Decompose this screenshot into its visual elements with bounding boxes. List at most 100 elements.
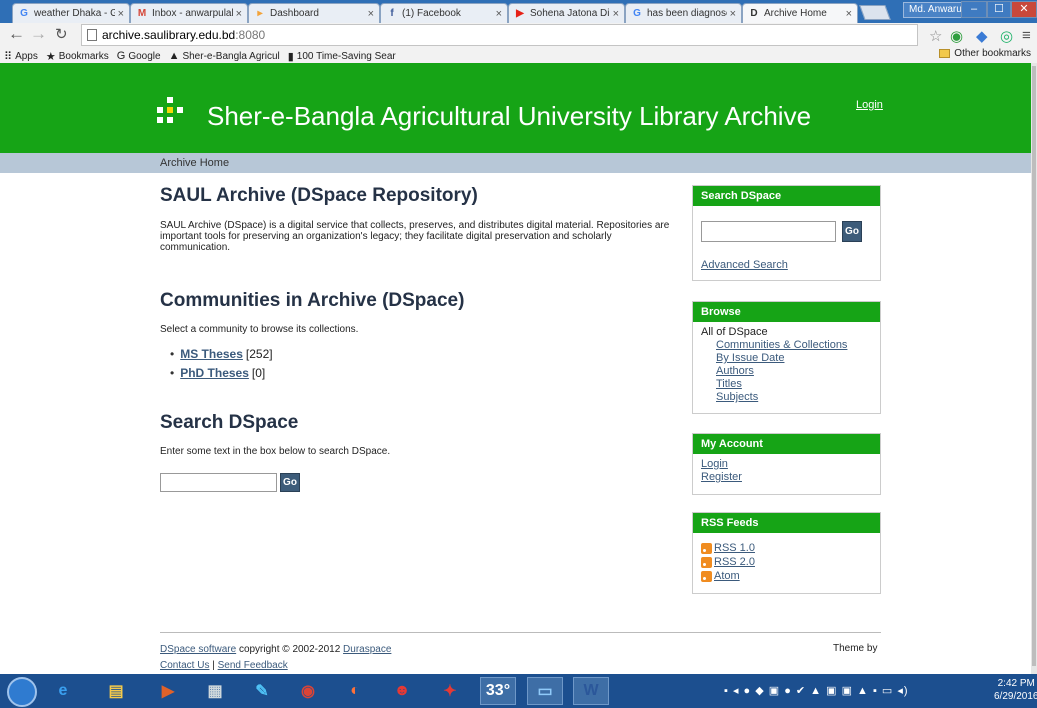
- pdf-icon[interactable]: ✦: [432, 677, 468, 705]
- sidebar-browse-title: Browse: [693, 302, 880, 322]
- forward-icon[interactable]: →: [30, 24, 47, 44]
- sidebar-search-input[interactable]: [701, 221, 836, 242]
- browser-tab[interactable]: ▶ Sohena Jatona Dibi ×: [508, 3, 625, 23]
- bookmark-item[interactable]: G Google: [117, 50, 161, 62]
- browse-link[interactable]: Communities & Collections: [716, 339, 847, 351]
- browse-link[interactable]: Titles: [716, 378, 742, 390]
- browse-root-label: All of DSpace: [701, 326, 768, 338]
- close-tab-icon[interactable]: ×: [236, 8, 242, 20]
- bookmark-item[interactable]: ▮ 100 Time-Saving Sear: [288, 50, 396, 63]
- close-tab-icon[interactable]: ×: [118, 8, 124, 20]
- sidebar-search-go-button[interactable]: Go: [842, 221, 862, 242]
- menu-icon[interactable]: ≡: [1022, 27, 1031, 44]
- profile-badge[interactable]: Md. Anwarul: [903, 2, 971, 18]
- dashboard-icon: ▸: [257, 8, 263, 19]
- rss-feed-link[interactable]: RSS 1.0: [714, 542, 755, 555]
- firefox-icon[interactable]: ◐: [337, 677, 373, 705]
- header-login-link[interactable]: Login: [856, 99, 883, 111]
- scrollbar-thumb[interactable]: [1032, 66, 1036, 666]
- site-icon: ▲: [168, 50, 180, 62]
- google-icon: G: [20, 8, 28, 19]
- repository-heading: SAUL Archive (DSpace Repository): [160, 185, 478, 206]
- media-player-icon[interactable]: ▶: [150, 677, 186, 705]
- file-explorer-icon[interactable]: ▤: [98, 677, 134, 705]
- rss-feed-link[interactable]: RSS 2.0: [714, 556, 755, 569]
- ie-icon[interactable]: e: [45, 677, 81, 705]
- close-window-button[interactable]: ✕: [1011, 1, 1037, 18]
- breadcrumb: Archive Home: [0, 153, 1031, 173]
- browser-tab[interactable]: Ghas been diagnosed×: [625, 3, 742, 23]
- calculator-icon[interactable]: ▦: [197, 677, 233, 705]
- taskbar-clock[interactable]: 2:42 PM 6/29/2016: [994, 677, 1037, 703]
- extension-new-icon[interactable]: ◉: [950, 27, 963, 45]
- minimize-button[interactable]: –: [961, 1, 987, 18]
- browser-toolbar: ← → ↻ archive.saulibrary.edu.bd :8080 ☆ …: [0, 23, 1037, 63]
- close-tab-icon[interactable]: ×: [496, 8, 502, 20]
- tab-title: Inbox - anwarpulak: [152, 8, 233, 19]
- chrome-icon[interactable]: ◉: [290, 677, 326, 705]
- send-feedback-link[interactable]: Send Feedback: [218, 660, 288, 671]
- maximize-button[interactable]: ☐: [987, 1, 1011, 18]
- google-icon: G: [633, 8, 641, 19]
- close-tab-icon[interactable]: ×: [730, 8, 736, 20]
- rss-icon: [701, 556, 712, 568]
- weather-widget[interactable]: 33°: [480, 677, 516, 705]
- rss-feed-link[interactable]: Atom: [714, 570, 740, 583]
- monitor-icon[interactable]: ▭: [527, 677, 563, 705]
- browser-tab[interactable]: D Archive Home ×: [742, 3, 858, 23]
- bookmark-star-icon[interactable]: ☆: [929, 27, 942, 45]
- community-item: • MS Theses [252]: [170, 347, 273, 361]
- close-tab-icon[interactable]: ×: [613, 8, 619, 20]
- browse-link[interactable]: By Issue Date: [716, 352, 784, 364]
- main-search-go-button[interactable]: Go: [280, 473, 300, 492]
- reload-icon[interactable]: ↻: [55, 25, 68, 43]
- system-tray-icons[interactable]: ▪ ◂ ● ◆ ▣ ● ✔ ▲ ▣ ▣ ▲ ▪ ▭ ◂): [724, 684, 909, 697]
- bookmark-item[interactable]: ▲ Sher-e-Bangla Agricul: [169, 50, 280, 62]
- tab-title: Dashboard: [270, 8, 319, 19]
- page-icon: [87, 29, 97, 41]
- bookmark-label: 100 Time-Saving Sear: [296, 50, 396, 62]
- community-link-ms-theses[interactable]: MS Theses: [180, 347, 243, 361]
- bookmark-item[interactable]: ⠿ Apps: [4, 50, 38, 63]
- dspace-software-link[interactable]: DSpace software: [160, 644, 236, 655]
- breadcrumb-home[interactable]: Archive Home: [160, 157, 229, 169]
- extension-diamond-icon[interactable]: ◆: [976, 27, 988, 45]
- footer-divider: [160, 632, 881, 633]
- community-count: [252]: [245, 347, 273, 361]
- new-tab-button[interactable]: [859, 5, 891, 20]
- other-bookmarks[interactable]: Other bookmarks: [939, 48, 1031, 59]
- sidebar-rss-box: RSS Feeds RSS 1.0 RSS 2.0 Atom: [692, 512, 881, 594]
- sidebar-account-title: My Account: [693, 434, 880, 454]
- browse-link[interactable]: Authors: [716, 365, 754, 377]
- word-icon[interactable]: W: [573, 677, 609, 705]
- contact-us-link[interactable]: Contact Us: [160, 660, 209, 671]
- gmail-icon: M: [137, 8, 147, 19]
- back-icon[interactable]: ←: [8, 24, 25, 44]
- notes-icon[interactable]: ✎: [244, 677, 280, 705]
- close-tab-icon[interactable]: ×: [368, 8, 374, 20]
- close-tab-icon[interactable]: ×: [846, 8, 852, 20]
- game-icon[interactable]: ☻: [384, 677, 420, 705]
- main-search-input[interactable]: [160, 473, 277, 492]
- browser-tab[interactable]: ▸ Dashboard ×: [248, 3, 380, 23]
- browser-tab[interactable]: M Inbox - anwarpulak ×: [130, 3, 248, 23]
- site-title[interactable]: Sher-e-Bangla Agricultural University Li…: [207, 101, 811, 132]
- address-bar[interactable]: archive.saulibrary.edu.bd :8080: [81, 24, 918, 46]
- rss-feed-item: RSS 2.0: [701, 555, 872, 569]
- rss-icon: [701, 542, 712, 554]
- repository-description: SAUL Archive (DSpace) is a digital servi…: [160, 220, 670, 253]
- browser-tab[interactable]: f (1) Facebook ×: [380, 3, 508, 23]
- extension-circle-icon[interactable]: ◎: [1000, 27, 1013, 45]
- browse-link[interactable]: Subjects: [716, 391, 758, 403]
- url-host: archive.saulibrary.edu.bd: [102, 28, 236, 42]
- bookmark-item[interactable]: ★ Bookmarks: [46, 50, 109, 63]
- account-login-link[interactable]: Login: [701, 458, 728, 470]
- sidebar-account-box: My Account Login Register: [692, 433, 881, 495]
- browser-tab[interactable]: Gweather Dhaka - Go ×: [12, 3, 130, 23]
- tab-title: has been diagnosed: [647, 8, 727, 19]
- community-link-phd-theses[interactable]: PhD Theses: [180, 366, 249, 380]
- account-register-link[interactable]: Register: [701, 471, 742, 483]
- start-button[interactable]: [7, 677, 37, 707]
- advanced-search-link[interactable]: Advanced Search: [701, 259, 788, 271]
- duraspace-link[interactable]: Duraspace: [343, 644, 391, 655]
